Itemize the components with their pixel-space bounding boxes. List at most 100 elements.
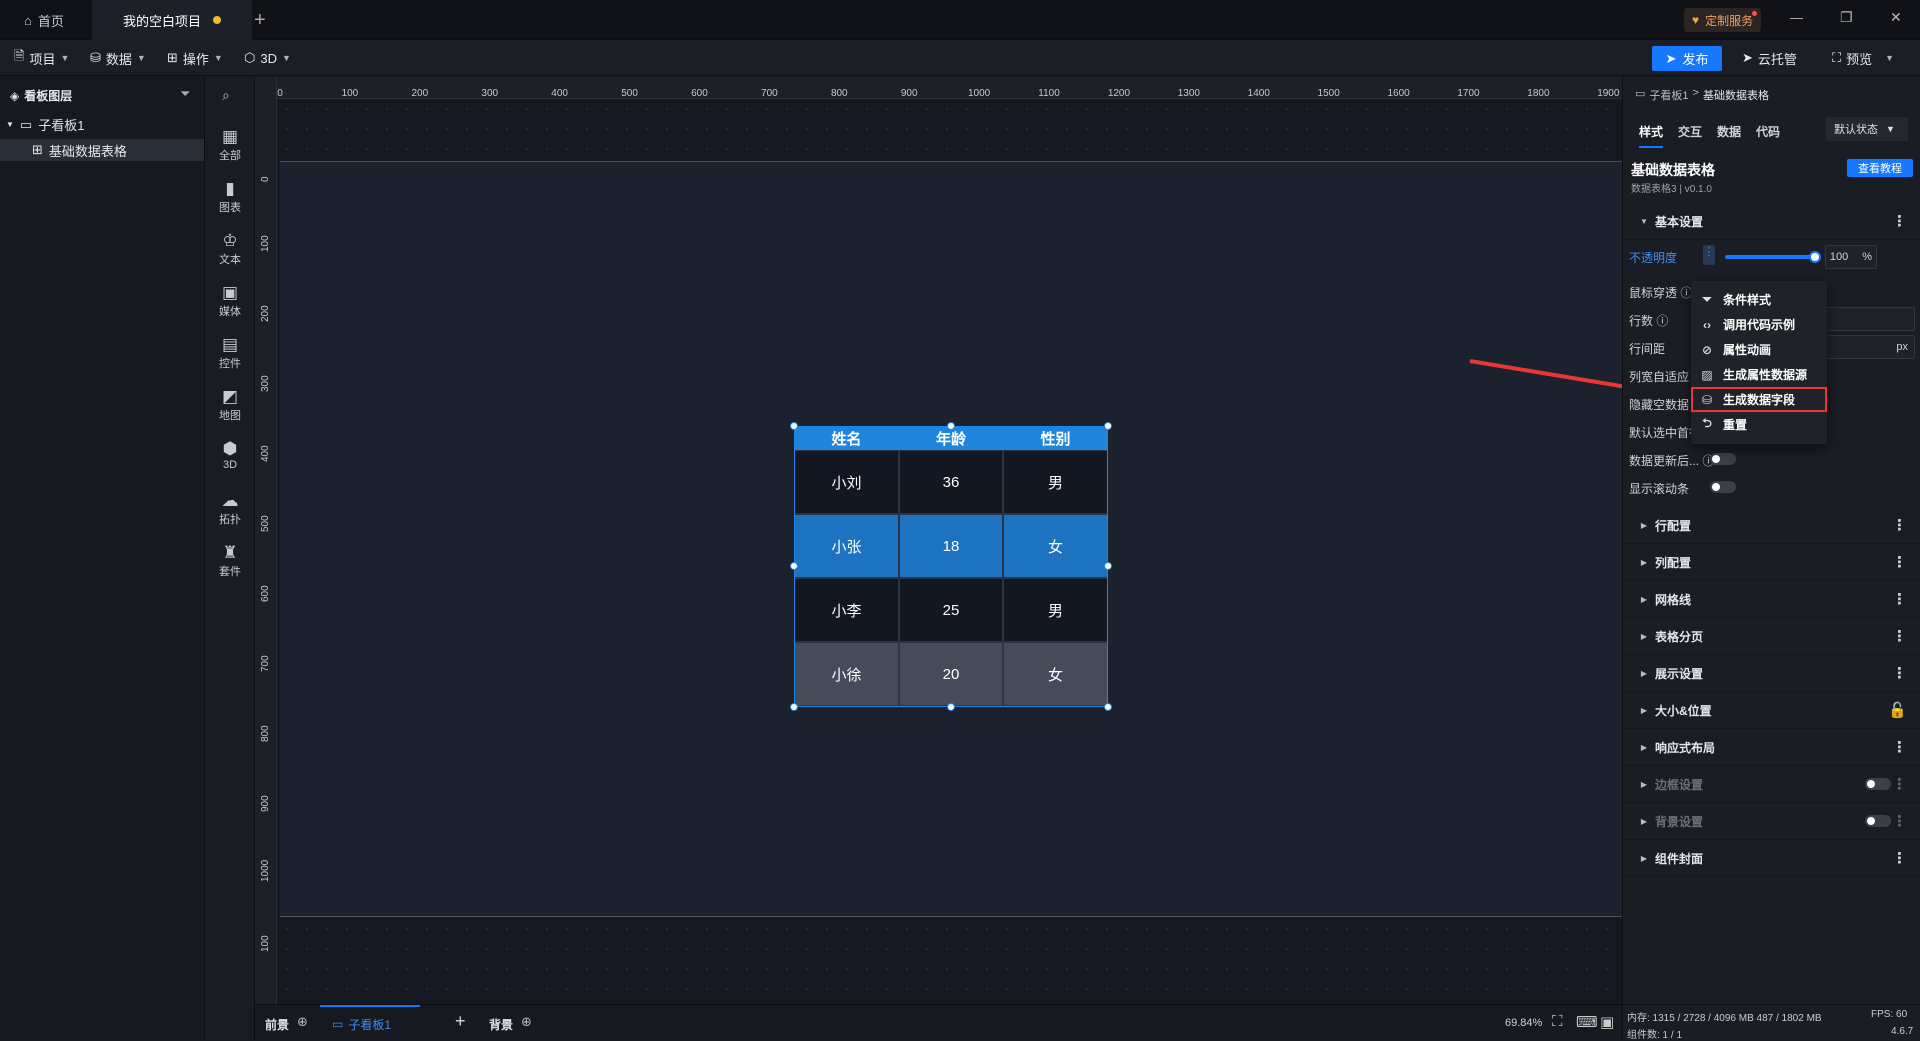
comp-control[interactable]: ▤ 控件 <box>205 335 255 371</box>
resize-handle-b[interactable] <box>947 703 955 711</box>
row-count-input[interactable] <box>1825 307 1915 331</box>
comp-all[interactable]: ▦ 全部 <box>205 127 255 163</box>
opacity-slider[interactable] <box>1725 251 1821 263</box>
tab-style[interactable]: 样式 <box>1639 123 1664 148</box>
menu-3d[interactable]: ⬡ 3D ▼ <box>244 40 291 76</box>
add-background-icon[interactable]: ⊕ <box>521 1014 532 1030</box>
more-icon[interactable]: ⋮ <box>1892 775 1907 793</box>
section-size-position[interactable]: ▶ 大小&位置 🔓 <box>1623 692 1920 729</box>
custom-service-button[interactable]: ♥ 定制服务 <box>1684 8 1762 32</box>
more-icon[interactable]: ⋮ <box>1892 516 1907 534</box>
home-tab[interactable]: ⌂ 首页 <box>10 0 90 40</box>
menu-item-data-field[interactable]: ⛁ 生成数据字段 <box>1691 387 1827 412</box>
row-spacing-input[interactable]: px <box>1825 335 1915 359</box>
lock-icon[interactable]: 🔓 <box>1888 701 1907 719</box>
background-toggle[interactable] <box>1865 815 1891 827</box>
help-icon[interactable]: ⓘ <box>1656 314 1668 328</box>
foreground-tab[interactable]: 前景 <box>265 1016 289 1033</box>
section-basic-settings[interactable]: ▼ 基本设置 ⋮ <box>1623 203 1920 240</box>
resize-handle-t[interactable] <box>947 422 955 430</box>
comp-chart[interactable]: ▮ 图表 <box>205 179 255 215</box>
table-cell: 20 <box>899 642 1003 706</box>
more-icon[interactable]: ⋮ <box>1892 553 1907 571</box>
resize-handle-bl[interactable] <box>790 703 798 711</box>
menu-item-animation[interactable]: ⊘ 属性动画 <box>1691 337 1827 362</box>
section-pagination[interactable]: ▶ 表格分页 ⋮ <box>1623 618 1920 655</box>
caret-down-icon: ▼ <box>1640 216 1648 226</box>
publish-button[interactable]: ➤ 发布 <box>1652 46 1722 71</box>
section-column-config[interactable]: ▶ 列配置 ⋮ <box>1623 544 1920 581</box>
comp-topology[interactable]: ☁ 拓扑 <box>205 491 255 527</box>
menu-data[interactable]: ⛁ 数据 ▼ <box>90 40 146 76</box>
menu-item-condition-style[interactable]: ⏷ 条件样式 <box>1691 287 1827 312</box>
keyboard-icon[interactable]: ⌨ <box>1576 1013 1598 1031</box>
add-board-button[interactable]: + <box>455 1011 466 1032</box>
tutorial-button[interactable]: 查看教程 <box>1847 159 1913 177</box>
layer-item-table[interactable]: ⊞ 基础数据表格 <box>0 139 204 161</box>
close-button[interactable]: ✕ <box>1890 9 1902 26</box>
more-icon[interactable]: ⋮ <box>1892 212 1907 230</box>
menu-item-code-sample[interactable]: ‹› 调用代码示例 <box>1691 312 1827 337</box>
section-background[interactable]: ▶ 背景设置 ⋮ <box>1623 803 1920 840</box>
tab-data[interactable]: 数据 <box>1717 123 1741 140</box>
project-tab[interactable]: 我的空白项目 <box>92 0 252 40</box>
table-cell: 女 <box>1003 642 1108 706</box>
resize-handle-r[interactable] <box>1104 562 1112 570</box>
comp-text[interactable]: ♔ 文本 <box>205 231 255 267</box>
comp-map[interactable]: ◩ 地图 <box>205 387 255 423</box>
menu-project[interactable]: 🗎 项目 ▼ <box>14 40 69 76</box>
section-grid-lines[interactable]: ▶ 网格线 ⋮ <box>1623 581 1920 618</box>
filter-icon[interactable]: ⏷ <box>180 86 190 102</box>
background-tab[interactable]: 背景 <box>489 1016 513 1033</box>
minimize-button[interactable]: — <box>1790 10 1803 25</box>
section-display[interactable]: ▶ 展示设置 ⋮ <box>1623 655 1920 692</box>
prop-mouse-through-label: 鼠标穿透 <box>1629 286 1678 300</box>
opacity-slider-thumb[interactable] <box>1809 251 1821 263</box>
data-table[interactable]: 姓名 年龄 性别 小刘 36 男小张 18 女小李 25 男小徐 20 女 <box>790 422 1112 711</box>
comp-3d[interactable]: ⬢ 3D <box>205 439 255 471</box>
more-icon[interactable]: ⋮ <box>1703 245 1715 265</box>
board-tab[interactable]: ▭ 子看板1 <box>320 1005 420 1041</box>
fit-screen-icon[interactable]: ⛶ <box>1552 1013 1563 1030</box>
scrollbar-toggle[interactable] <box>1710 481 1736 493</box>
menu-item-attr-datasource[interactable]: ▨ 生成属性数据源 <box>1691 362 1827 387</box>
search-icon[interactable]: ⌕ <box>222 87 230 104</box>
more-icon[interactable]: ⋮ <box>1892 849 1907 867</box>
more-icon[interactable]: ⋮ <box>1892 590 1907 608</box>
more-icon[interactable]: ⋮ <box>1892 812 1907 830</box>
more-icon[interactable]: ⋮ <box>1892 738 1907 756</box>
section-responsive-label: 响应式布局 <box>1655 740 1716 755</box>
resize-handle-br[interactable] <box>1104 703 1112 711</box>
menu-operate[interactable]: ⊞ 操作 ▼ <box>167 40 223 76</box>
comp-media[interactable]: ▣ 媒体 <box>205 283 255 319</box>
more-icon[interactable]: ⋮ <box>1892 664 1907 682</box>
layer-board-row[interactable]: ▼ ▭ 子看板1 <box>6 115 84 134</box>
border-toggle[interactable] <box>1865 778 1891 790</box>
section-cover[interactable]: ▶ 组件封面 ⋮ <box>1623 840 1920 877</box>
opacity-input[interactable]: 100 % <box>1825 245 1877 269</box>
section-responsive[interactable]: ▶ 响应式布局 ⋮ <box>1623 729 1920 766</box>
resize-handle-tl[interactable] <box>790 422 798 430</box>
section-row-config[interactable]: ▶ 行配置 ⋮ <box>1623 507 1920 544</box>
opacity-slider-fill <box>1725 255 1815 259</box>
resize-handle-tr[interactable] <box>1104 422 1112 430</box>
restore-button[interactable]: ❐ <box>1840 9 1853 26</box>
preview-button[interactable]: ⛶ 预览 ▼ <box>1832 40 1894 76</box>
tab-interaction[interactable]: 交互 <box>1678 123 1702 140</box>
more-icon[interactable]: ⋮ <box>1892 627 1907 645</box>
menu-item-reset[interactable]: ⮌ 重置 <box>1691 412 1827 437</box>
data-update-toggle[interactable] <box>1710 453 1736 465</box>
context-menu: ⏷ 条件样式 ‹› 调用代码示例 ⊘ 属性动画 ▨ 生成属性数据源 ⛁ 生成数据字段 ⮌ 重… <box>1691 281 1827 444</box>
tab-code[interactable]: 代码 <box>1756 123 1780 140</box>
menu-project-label: 项目 <box>29 51 56 67</box>
resize-handle-l[interactable] <box>790 562 798 570</box>
breadcrumb-parent[interactable]: 子看板1 <box>1649 87 1688 103</box>
zoom-level[interactable]: 69.84% <box>1505 1017 1542 1029</box>
cloud-host-button[interactable]: ➤ 云托管 <box>1742 40 1797 76</box>
comp-kit[interactable]: ♜ 套件 <box>205 543 255 579</box>
state-select[interactable]: 默认状态 ▼ <box>1826 117 1908 141</box>
section-border[interactable]: ▶ 边框设置 ⋮ <box>1623 766 1920 803</box>
terminal-icon[interactable]: ▣ <box>1600 1013 1614 1031</box>
new-tab-button[interactable]: + <box>240 0 280 40</box>
add-foreground-icon[interactable]: ⊕ <box>297 1014 308 1030</box>
